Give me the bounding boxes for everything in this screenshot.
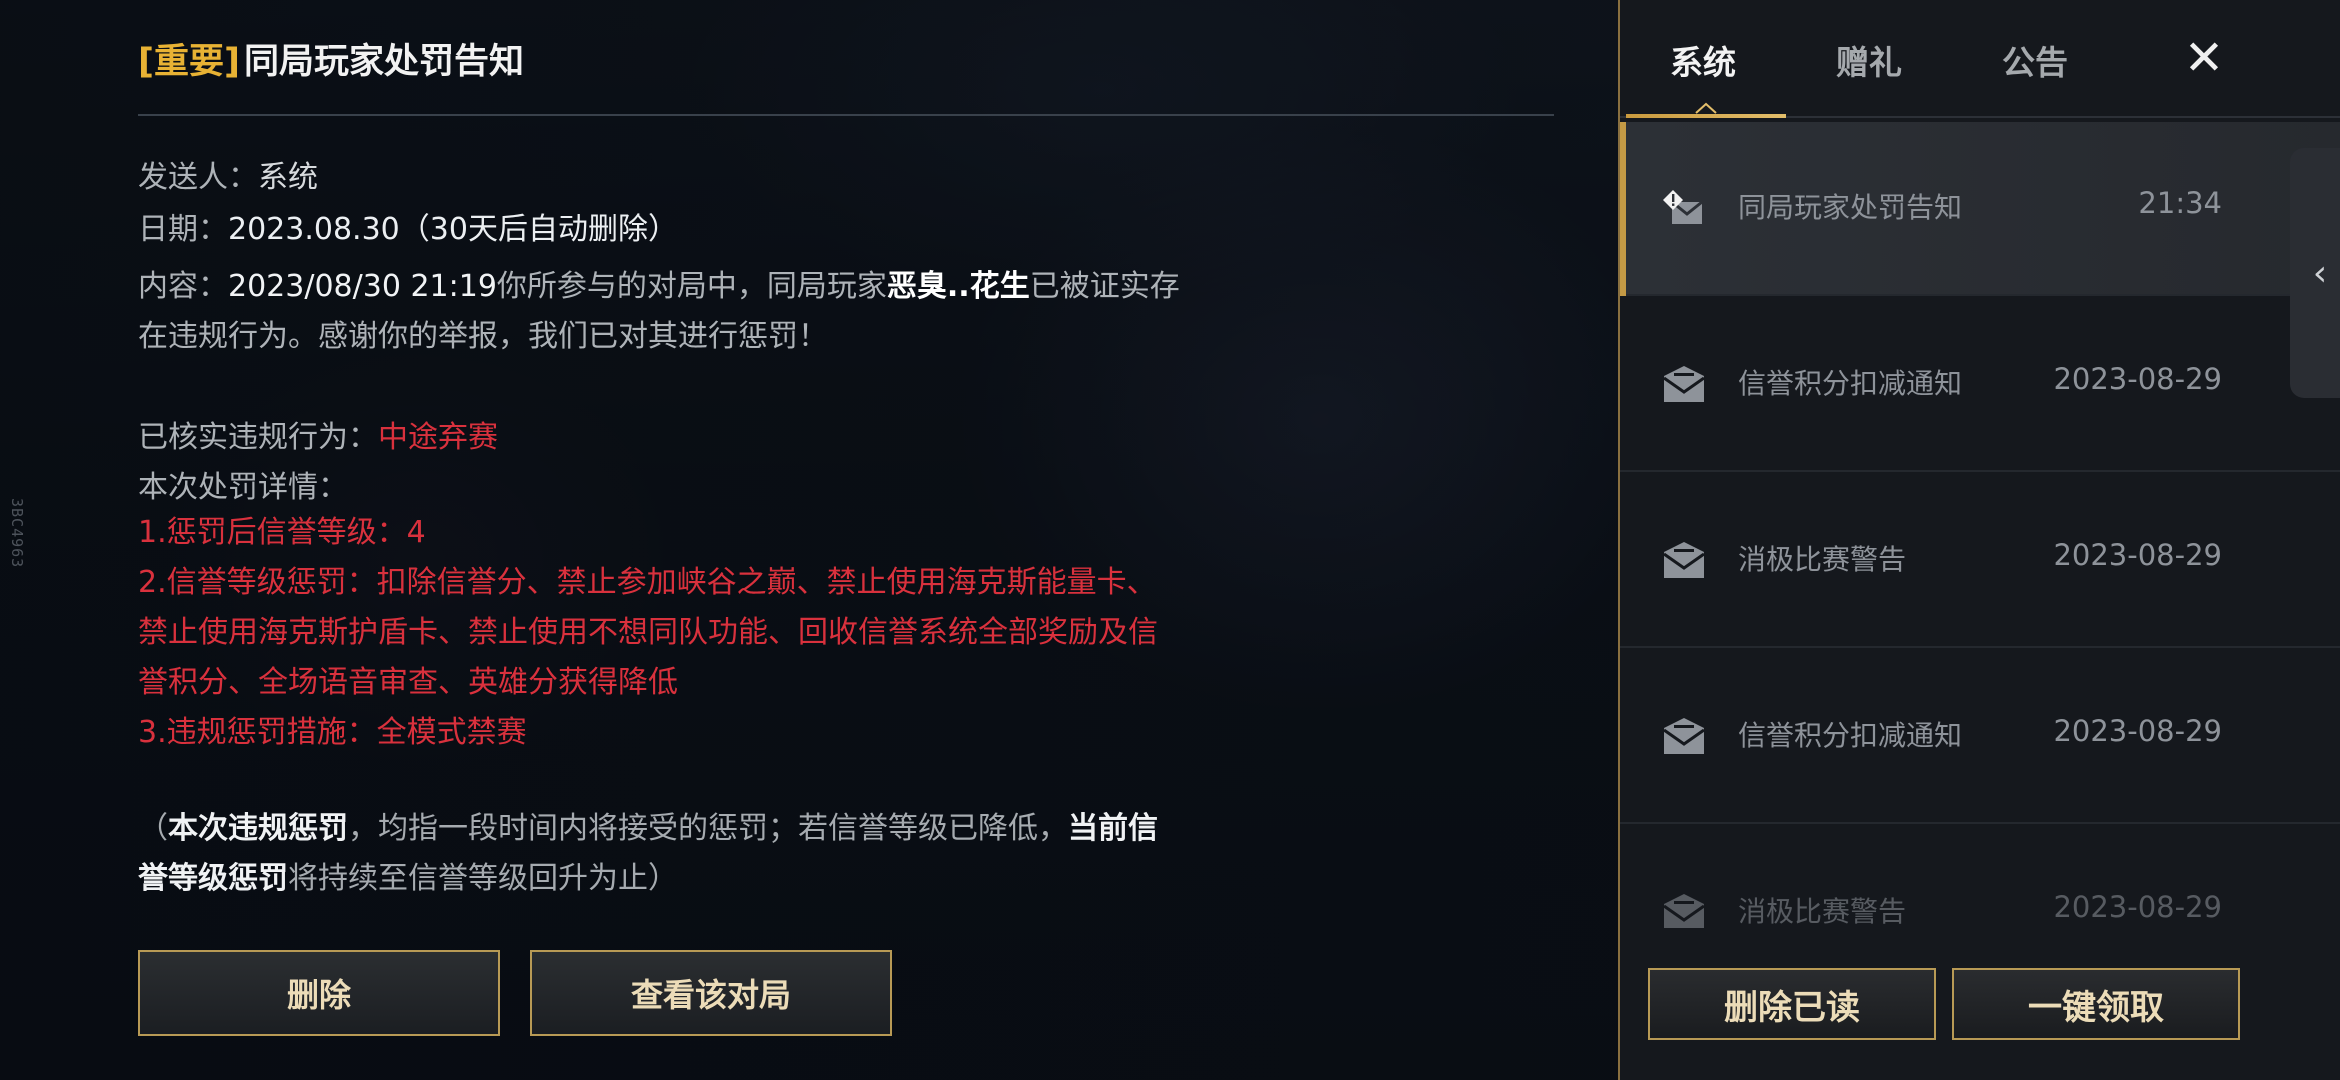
- tab-caret-icon: [1695, 102, 1717, 114]
- note-text-1: ，均指一段时间内将接受的惩罚；若信誉等级已降低，: [348, 811, 1068, 846]
- date-label: 日期：: [138, 212, 228, 247]
- penalty-item-2-line-3: 誉积分、全场语音审查、英雄分获得降低: [138, 665, 678, 700]
- mail-read-icon: [1663, 366, 1705, 402]
- view-match-button[interactable]: 查看该对局: [530, 950, 892, 1036]
- mail-list-item[interactable]: 信誉积分扣减通知 2023-08-29: [1620, 650, 2340, 824]
- note-line-2: 誉等级惩罚将持续至信誉等级回升为止）: [138, 854, 1238, 904]
- tab-gifts[interactable]: 赠礼: [1836, 36, 1902, 84]
- tab-announcements[interactable]: 公告: [2002, 36, 2068, 84]
- verified-row: 已核实违规行为：中途弃赛: [138, 412, 498, 456]
- mail-date: 2023-08-29: [2053, 714, 2222, 748]
- close-icon[interactable]: ✕: [2174, 28, 2234, 88]
- content-line-2: 在违规行为。感谢你的举报，我们已对其进行惩罚！: [138, 319, 828, 354]
- mail-tabs: 系统 赠礼 公告 ✕: [1620, 0, 2340, 118]
- mail-subject: 信誉积分扣减通知: [1738, 367, 1963, 400]
- title-divider: [138, 114, 1554, 116]
- sender-row: 发送人：系统: [138, 152, 318, 196]
- mail-list-item[interactable]: 同局玩家处罚告知 21:34: [1620, 122, 2340, 296]
- mail-read-icon: [1663, 894, 1705, 928]
- mail-title-text: 同局玩家处罚告知: [244, 41, 525, 82]
- tab-system[interactable]: 系统: [1670, 36, 1736, 84]
- collapse-panel-handle[interactable]: ‹: [2290, 148, 2340, 398]
- delete-button[interactable]: 删除: [138, 950, 500, 1036]
- mail-read-icon: [1663, 542, 1705, 578]
- mail-content: 内容：2023/08/30 21:19你所参与的对局中，同局玩家恶臭..花生已被…: [138, 262, 1238, 362]
- delete-read-button[interactable]: 删除已读: [1648, 968, 1936, 1040]
- penalty-list: 1.惩罚后信誉等级：4 2.信誉等级惩罚：扣除信誉分、禁止参加峡谷之巅、禁止使用…: [138, 508, 1238, 758]
- mail-date: 2023-08-29: [2053, 538, 2222, 572]
- mail-list-item[interactable]: 消极比赛警告 2023-08-29: [1620, 826, 2340, 928]
- mail-subject: 消极比赛警告: [1738, 543, 1907, 576]
- content-line-1: 内容：2023/08/30 21:19你所参与的对局中，同局玩家恶臭..花生已被…: [138, 262, 1238, 312]
- active-tab-underline: [1626, 114, 1786, 118]
- important-mail-icon: [1663, 190, 1703, 224]
- mail-detail: [重要] 同局玩家处罚告知 发送人：系统 日期：2023.08.30（30天后自…: [138, 0, 1554, 1080]
- chevron-left-icon: ‹: [2312, 252, 2328, 294]
- note-bold-2b: 誉等级惩罚: [138, 861, 288, 896]
- note-open-paren: （: [138, 811, 168, 846]
- sender-label: 发送人：: [138, 160, 258, 195]
- verified-label: 已核实违规行为：: [138, 420, 378, 455]
- content-time: 2023/08/30 21:19: [228, 269, 497, 304]
- mail-read-icon: [1663, 718, 1705, 754]
- date-row: 日期：2023.08.30（30天后自动删除）: [138, 204, 678, 248]
- mail-list-item[interactable]: 信誉积分扣减通知 2023-08-29: [1620, 298, 2340, 472]
- sender-value: 系统: [258, 160, 318, 195]
- mail-list: 同局玩家处罚告知 21:34 信誉积分扣减通知 2023-08-29 消极比赛警…: [1620, 122, 2340, 928]
- date-value: 2023.08.30（30天后自动删除）: [228, 212, 678, 247]
- mail-subject: 同局玩家处罚告知: [1738, 191, 1963, 224]
- mail-title: [重要] 同局玩家处罚告知: [138, 32, 524, 84]
- note-bold-1: 本次违规惩罚: [168, 811, 348, 846]
- important-tag: [重要]: [138, 41, 240, 82]
- claim-all-button[interactable]: 一键领取: [1952, 968, 2240, 1040]
- mail-list-item[interactable]: 消极比赛警告 2023-08-29: [1620, 474, 2340, 648]
- penalty-item-2-line-2: 禁止使用海克斯护盾卡、禁止使用不想同队功能、回收信誉系统全部奖励及信: [138, 615, 1158, 650]
- verified-value: 中途弃赛: [378, 420, 498, 455]
- mail-date: 21:34: [2138, 186, 2222, 220]
- content-label: 内容：: [138, 269, 228, 304]
- mail-subject: 消极比赛警告: [1738, 895, 1907, 928]
- mail-date: 2023-08-29: [2053, 890, 2222, 924]
- content-text-1: 你所参与的对局中，同局玩家: [496, 269, 887, 304]
- note-text-2: 将持续至信誉等级回升为止）: [288, 861, 678, 896]
- note-line-1: （本次违规惩罚，均指一段时间内将接受的惩罚；若信誉等级已降低，当前信: [138, 804, 1238, 854]
- side-watermark-code: 3BC4963: [8, 498, 26, 569]
- penalty-item-2-line-1: 2.信誉等级惩罚：扣除信誉分、禁止参加峡谷之巅、禁止使用海克斯能量卡、: [138, 565, 1157, 600]
- mail-subject: 信誉积分扣减通知: [1738, 719, 1963, 752]
- mail-list-panel: 系统 赠礼 公告 ✕ 同局玩家处罚告知 21:34 信誉积分扣减通知 2023-…: [1618, 0, 2340, 1080]
- penalty-item-3: 3.违规惩罚措施：全模式禁赛: [138, 715, 527, 750]
- penalty-note: （本次违规惩罚，均指一段时间内将接受的惩罚；若信誉等级已降低，当前信 誉等级惩罚…: [138, 804, 1238, 904]
- player-name: 恶臭..花生: [886, 269, 1030, 304]
- content-text-2: 已被证实存: [1029, 269, 1180, 304]
- penalty-item-1: 1.惩罚后信誉等级：4: [138, 515, 426, 550]
- details-label: 本次处罚详情：: [138, 470, 348, 505]
- note-bold-2a: 当前信: [1068, 811, 1158, 846]
- mail-date: 2023-08-29: [2053, 362, 2222, 396]
